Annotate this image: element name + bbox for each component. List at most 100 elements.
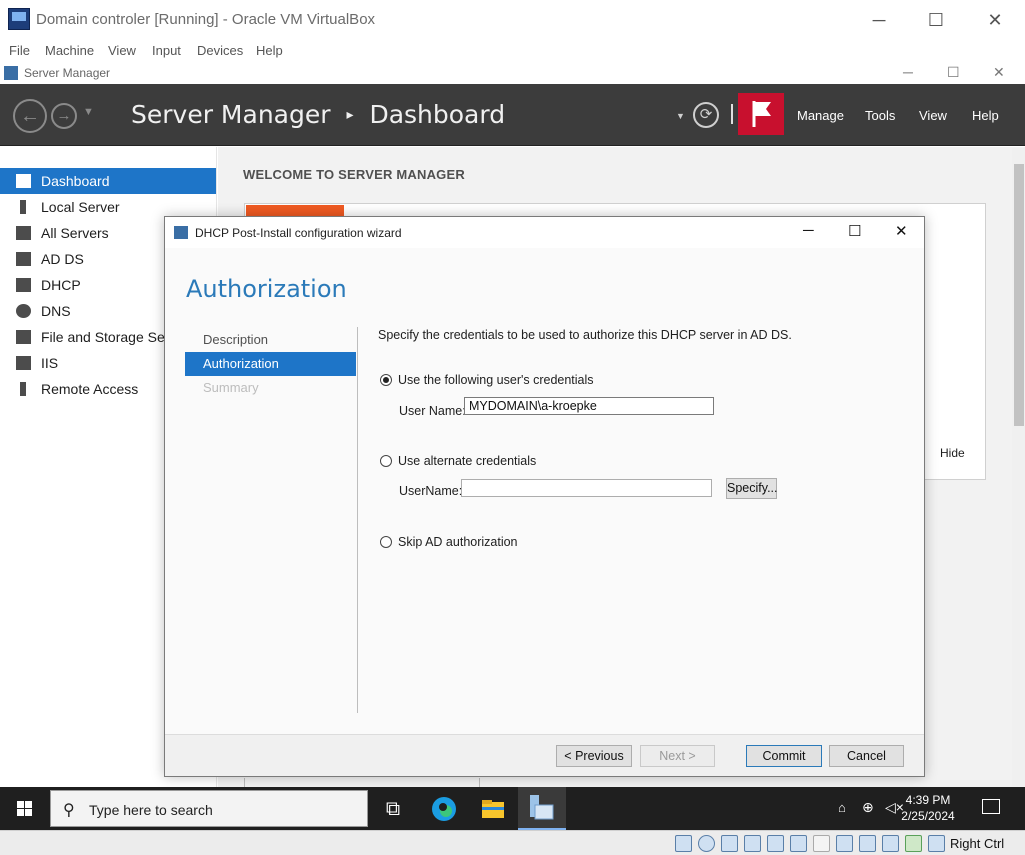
iis-icon — [16, 356, 31, 370]
menu-file[interactable]: File — [9, 43, 30, 58]
previous-button[interactable]: < Previous — [556, 745, 632, 767]
sidebar-item-label: Local Server — [41, 199, 120, 215]
recording-icon[interactable] — [859, 835, 876, 852]
vbox-status-bar: Right Ctrl — [0, 830, 1025, 855]
sm-restore-button[interactable]: ☐ — [947, 64, 960, 81]
help-menu[interactable]: Help — [972, 108, 999, 123]
view-menu[interactable]: View — [919, 108, 947, 123]
dashboard-icon — [16, 174, 31, 188]
edge-icon[interactable] — [429, 794, 459, 824]
display-icon[interactable] — [836, 835, 853, 852]
file-explorer-icon[interactable] — [478, 794, 508, 824]
history-dropdown-icon[interactable]: ▼ — [83, 106, 94, 118]
notification-center-icon[interactable] — [982, 799, 1000, 814]
wizard-title: DHCP Post-Install configuration wizard — [195, 226, 402, 240]
refresh-dropdown-icon[interactable]: ▼ — [676, 111, 685, 121]
dhcp-config-wizard: DHCP Post-Install configuration wizard ─… — [164, 216, 925, 777]
close-button[interactable]: ✕ — [972, 6, 1018, 34]
minimize-button[interactable]: ─ — [856, 6, 902, 34]
sidebar-item-label: DNS — [41, 303, 71, 319]
step-summary: Summary — [203, 380, 259, 395]
sm-minimize-button[interactable]: ─ — [903, 64, 913, 80]
network-adapter-icon[interactable] — [767, 835, 784, 852]
tile-edge — [244, 778, 480, 787]
start-button[interactable] — [0, 787, 50, 830]
task-view-icon[interactable]: ⧉ — [378, 794, 408, 824]
cancel-button[interactable]: Cancel — [829, 745, 904, 767]
host-key-arrow-icon[interactable] — [928, 835, 945, 852]
manage-menu[interactable]: Manage — [797, 108, 844, 123]
header-divider — [731, 104, 733, 124]
windows-logo-icon — [17, 801, 32, 816]
hard-disk-icon[interactable] — [675, 835, 692, 852]
menu-devices[interactable]: Devices — [197, 43, 243, 58]
globe-icon[interactable]: ⊕ — [862, 799, 874, 816]
alternate-credentials-label[interactable]: Use alternate credentials — [398, 454, 536, 468]
wizard-app-icon — [174, 226, 188, 239]
server-manager-header: ← → ▼ Server Manager ▸ Dashboard ▼ ⟳ Man… — [0, 84, 1025, 146]
notifications-flag-icon[interactable] — [738, 93, 784, 135]
wizard-heading: Authorization — [186, 275, 347, 303]
sidebar-item-label: DHCP — [41, 277, 81, 293]
commit-button[interactable]: Commit — [746, 745, 822, 767]
wizard-maximize-button[interactable]: ☐ — [848, 222, 861, 240]
wizard-divider — [357, 327, 358, 713]
wizard-close-button[interactable]: ✕ — [895, 222, 908, 240]
server-icon — [20, 200, 26, 214]
system-clock[interactable]: 4:39 PM 2/25/2024 — [898, 792, 958, 824]
hide-link[interactable]: Hide — [940, 446, 965, 460]
skip-ad-authorization-radio[interactable] — [380, 536, 392, 548]
scrollbar-thumb[interactable] — [1014, 164, 1024, 426]
server-manager-title-bar: Server Manager ─ ☐ ✕ — [0, 62, 1025, 84]
menu-view[interactable]: View — [108, 43, 136, 58]
sidebar-item-label: Dashboard — [41, 173, 110, 189]
wizard-description: Specify the credentials to be used to au… — [378, 328, 792, 342]
menu-machine[interactable]: Machine — [45, 43, 94, 58]
network-icon[interactable]: ⌂ — [838, 800, 846, 815]
audio-icon[interactable] — [744, 835, 761, 852]
menu-input[interactable]: Input — [152, 43, 181, 58]
skip-ad-authorization-label[interactable]: Skip AD authorization — [398, 535, 518, 549]
server-manager-taskbar-button[interactable] — [518, 787, 566, 830]
taskbar-search[interactable]: ⚲ Type here to search — [50, 790, 368, 827]
specify-button[interactable]: Specify... — [726, 478, 777, 499]
back-arrow-icon[interactable]: ← — [13, 99, 47, 133]
refresh-icon[interactable]: ⟳ — [693, 102, 719, 128]
clock-time: 4:39 PM — [905, 793, 951, 807]
dhcp-icon — [16, 278, 31, 292]
sidebar-item-label: File and Storage Ser — [41, 329, 170, 345]
user-name-field[interactable]: MYDOMAIN\a-kroepke — [464, 397, 714, 415]
step-description[interactable]: Description — [185, 328, 356, 352]
step-authorization[interactable]: Authorization — [185, 352, 356, 376]
breadcrumb-page: Dashboard — [369, 100, 506, 129]
window-title: Domain controler [Running] - Oracle VM V… — [36, 11, 376, 28]
vbox-menu-bar: File Machine View Input Devices Help — [0, 40, 1025, 62]
use-current-credentials-radio[interactable] — [380, 374, 392, 386]
sm-close-button[interactable]: ✕ — [993, 64, 1005, 81]
maximize-button[interactable]: ☐ — [913, 6, 959, 34]
sidebar-item-dashboard[interactable]: Dashboard — [0, 168, 216, 194]
host-key-label: Right Ctrl — [950, 836, 1005, 851]
forward-arrow-icon[interactable]: → — [51, 103, 77, 129]
use-current-credentials-label[interactable]: Use the following user's credentials — [398, 373, 594, 387]
alternate-username-field[interactable] — [461, 479, 712, 497]
guest-additions-icon[interactable] — [905, 835, 922, 852]
next-button[interactable]: Next > — [640, 745, 715, 767]
menu-help[interactable]: Help — [256, 43, 283, 58]
usb-icon[interactable] — [790, 835, 807, 852]
servers-icon — [16, 226, 31, 240]
shared-folders-icon[interactable] — [813, 835, 830, 852]
optical-drive-icon[interactable] — [698, 835, 715, 852]
floppy-icon[interactable] — [721, 835, 738, 852]
breadcrumb-separator: ▸ — [346, 107, 354, 123]
vbox-title-bar: Domain controler [Running] - Oracle VM V… — [0, 0, 1025, 40]
alternate-credentials-radio[interactable] — [380, 455, 392, 467]
wizard-footer: < Previous Next > Commit Cancel — [165, 734, 924, 776]
wizard-minimize-button[interactable]: ─ — [803, 222, 814, 239]
ad-ds-icon — [16, 252, 31, 266]
vt-x-icon[interactable] — [882, 835, 899, 852]
wizard-title-bar: DHCP Post-Install configuration wizard ─… — [165, 217, 924, 248]
dns-icon — [16, 304, 31, 318]
tools-menu[interactable]: Tools — [865, 108, 895, 123]
file-storage-icon — [16, 330, 31, 344]
